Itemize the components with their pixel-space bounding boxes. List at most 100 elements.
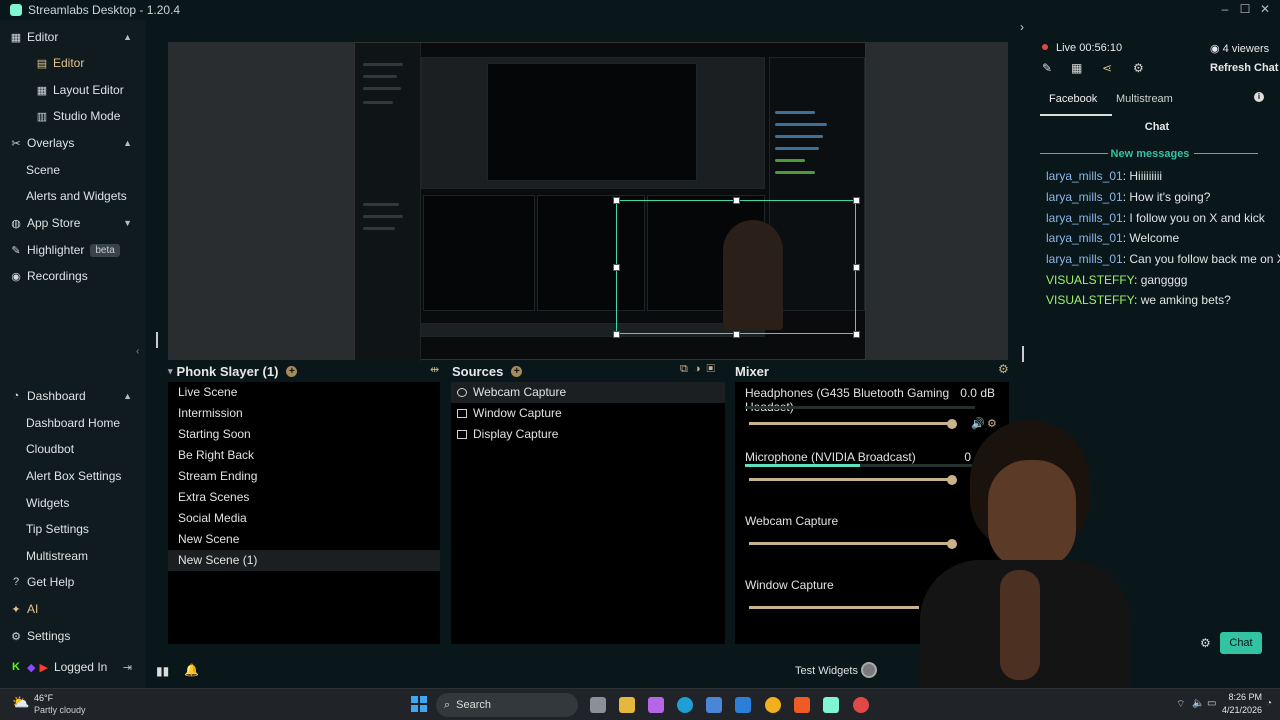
scene-item[interactable]: Live Scene (168, 382, 440, 403)
sidebar-item-cloudbot[interactable]: Cloudbot (0, 437, 146, 461)
stream-preview[interactable] (168, 42, 1008, 361)
resize-handle[interactable] (613, 264, 620, 271)
chevron-down-icon[interactable]: ▾ (168, 366, 173, 377)
meter-level (745, 464, 860, 467)
sidebar-item-overlays[interactable]: ✂ Overlays ▲ (0, 131, 146, 155)
chrome-icon[interactable] (853, 697, 869, 713)
test-widgets-label[interactable]: Test Widgets (795, 665, 858, 677)
panel-resize-handle[interactable] (1022, 346, 1024, 362)
resize-handle[interactable] (613, 197, 620, 204)
chrome-canary-icon[interactable] (765, 697, 781, 713)
streamlabs-taskbar-icon[interactable] (823, 697, 839, 713)
sidebar-item-tip-settings[interactable]: Tip Settings (0, 517, 146, 541)
sidebar-item-recordings[interactable]: ◉ Recordings (0, 264, 146, 288)
source-item[interactable]: Window Capture (451, 403, 725, 424)
volume-slider[interactable] (749, 606, 919, 609)
dashboard-icon[interactable]: ▦ (1071, 61, 1082, 75)
weather-desc: Partly cloudy (34, 705, 86, 715)
chat-send-button[interactable]: Chat (1220, 632, 1262, 654)
tab-multistream[interactable]: Multistream (1116, 93, 1173, 105)
sidebar-item-highlighter[interactable]: ✎ Highlighter beta (0, 238, 146, 262)
resize-handle[interactable] (613, 331, 620, 338)
window-title: Streamlabs Desktop - 1.20.4 (28, 3, 181, 17)
editor-icon: ▦ (10, 31, 22, 44)
record-icon: ◉ (11, 270, 21, 283)
scene-item[interactable]: Be Right Back (168, 445, 440, 466)
scene-item[interactable]: Stream Ending (168, 466, 440, 487)
sidebar-item-layout-editor[interactable]: ▦ Layout Editor (0, 78, 146, 102)
sidebar-item-alerts-widgets[interactable]: Alerts and Widgets (0, 184, 146, 208)
collapse-sidebar-icon[interactable]: ‹ (136, 346, 139, 357)
sidebar-item-widgets[interactable]: Widgets (0, 491, 146, 515)
sidebar-item-editor-section[interactable]: ▦ Editor ▲ (0, 25, 146, 49)
scene-item-selected[interactable]: New Scene (1) (168, 550, 440, 571)
taskbar-search[interactable]: ⌕ Search (436, 693, 578, 717)
sidebar-item-get-help[interactable]: ? Get Help (0, 570, 146, 594)
test-widgets-button[interactable] (861, 662, 877, 678)
store-icon[interactable] (706, 697, 722, 713)
panel-resize-handle[interactable] (156, 332, 158, 348)
chat-message: VISUALSTEFFY: we amking bets? (1046, 293, 1231, 307)
weather-icon[interactable]: ⛅ (12, 694, 29, 711)
add-scene-icon[interactable]: + (286, 365, 298, 377)
resize-handle[interactable] (733, 331, 740, 338)
chevron-up-icon: ▲ (123, 138, 132, 148)
share-icon[interactable]: ⋖ (1102, 61, 1112, 75)
sidebar-item-studio-mode[interactable]: ▥ Studio Mode (0, 104, 146, 128)
sidebar-item-app-store[interactable]: ◍ App Store ▼ (0, 211, 146, 235)
resize-handle[interactable] (733, 197, 740, 204)
chevron-right-icon[interactable]: › (1020, 20, 1024, 34)
monitor-icon (457, 430, 467, 439)
mixer-db: 0.0 dB (960, 386, 995, 400)
sidebar: ▦ Editor ▲ ▤ Editor ▦ Layout Editor ▥ Studio … (0, 20, 146, 688)
close-button[interactable]: ✕ (1254, 0, 1276, 20)
sidebar-item-dashboard[interactable]: ◔ Dashboard ▲ (0, 384, 146, 408)
sidebar-item-editor[interactable]: ▤ Editor (0, 51, 146, 75)
maximize-button[interactable]: ☐ (1234, 0, 1256, 20)
info-icon[interactable]: i (1254, 92, 1264, 102)
sidebar-item-scene[interactable]: Scene (0, 158, 146, 182)
copilot-icon[interactable] (648, 697, 664, 713)
minimize-button[interactable]: – (1214, 0, 1236, 20)
resize-handle[interactable] (853, 331, 860, 338)
scene-item[interactable]: Social Media (168, 508, 440, 529)
scene-transitions-icon[interactable]: ⇹ (430, 363, 439, 376)
tab-facebook[interactable]: Facebook (1049, 93, 1097, 105)
scene-item[interactable]: Intermission (168, 403, 440, 424)
brave-icon[interactable] (794, 697, 810, 713)
windows-start-icon[interactable] (411, 696, 427, 712)
notification-bell-icon[interactable]: 🔔 (184, 663, 199, 677)
volume-icon[interactable]: 🔈 (1192, 698, 1204, 709)
gear-icon[interactable]: ⚙ (1133, 61, 1144, 75)
taskbar-time[interactable]: 8:26 PM (1218, 692, 1262, 702)
scene-item[interactable]: Extra Scenes (168, 487, 440, 508)
chat-settings-gear-icon[interactable]: ⚙ (1200, 636, 1211, 650)
refresh-chat-button[interactable]: Refresh Chat (1210, 62, 1278, 74)
resize-handle[interactable] (853, 197, 860, 204)
logout-icon[interactable]: ⇥ (123, 661, 132, 674)
performance-stats-icon[interactable]: ▮▮ (156, 664, 169, 678)
taskbar-date[interactable]: 4/21/2026 (1212, 705, 1262, 715)
scene-item[interactable]: Starting Soon (168, 424, 440, 445)
sidebar-item-dashboard-home[interactable]: Dashboard Home (0, 411, 146, 435)
mixer-settings-gear-icon[interactable]: ⚙ (998, 362, 1009, 376)
sidebar-item-settings[interactable]: ⚙ Settings (0, 624, 146, 648)
source-tools-icons[interactable]: ⧉◑▣ (680, 363, 721, 376)
edge-icon[interactable] (677, 697, 693, 713)
source-item-selected[interactable]: Webcam Capture (451, 382, 725, 403)
sidebar-item-multistream[interactable]: Multistream (0, 544, 146, 568)
resize-handle[interactable] (853, 264, 860, 271)
file-explorer-icon[interactable] (619, 697, 635, 713)
notifications-icon[interactable]: ◔ (1266, 698, 1272, 709)
source-item[interactable]: Display Capture (451, 424, 725, 445)
scene-item[interactable]: New Scene (168, 529, 440, 550)
mail-icon[interactable] (735, 697, 751, 713)
edit-pencil-icon[interactable]: ✎ (1042, 61, 1052, 75)
sidebar-item-logged-in[interactable]: K ◆ ▶ Logged In ⇥ (0, 655, 146, 679)
gear-icon: ⚙ (11, 630, 21, 643)
sidebar-item-ai[interactable]: ✦ AI (0, 597, 146, 621)
sidebar-item-alert-box-settings[interactable]: Alert Box Settings (0, 464, 146, 488)
wifi-icon[interactable]: ⌔ (1176, 698, 1185, 711)
add-source-icon[interactable]: + (511, 365, 523, 377)
task-view-icon[interactable] (590, 697, 606, 713)
